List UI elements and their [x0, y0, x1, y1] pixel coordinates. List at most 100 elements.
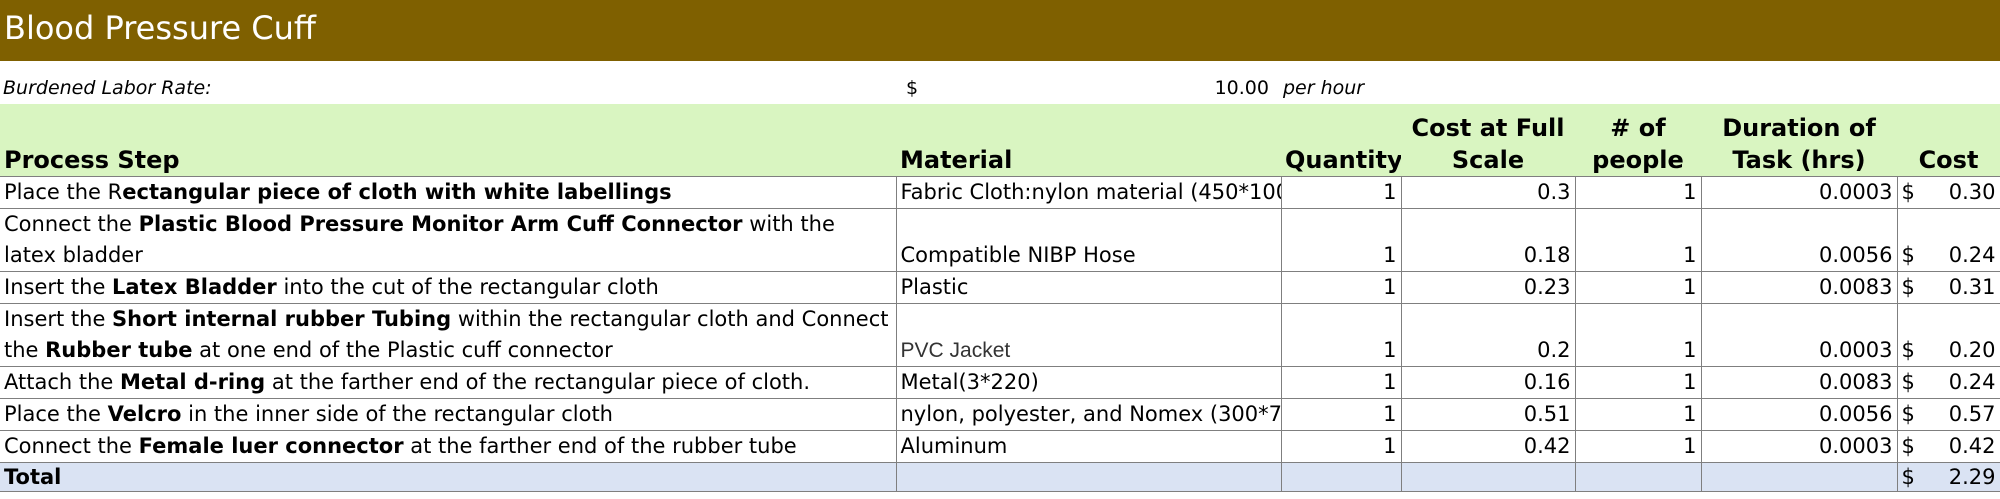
header-row: Process Step Material Quantity Cost at F… [0, 104, 2000, 177]
total-currency: $ [1901, 464, 1915, 489]
cost-value: 0.24 [1948, 242, 1996, 267]
duration-cell[interactable]: 0.0003 [1701, 430, 1898, 463]
table-row: Insert the Latex Bladder into the cut of… [0, 271, 2000, 304]
cost-cell[interactable]: $0.30 [1897, 176, 2000, 209]
total-cost-full-cell[interactable] [1401, 462, 1576, 492]
material-cell[interactable]: nylon, polyester, and Nomex (300*70) [896, 398, 1282, 431]
total-cost-cell[interactable]: $ 2.29 [1897, 462, 2000, 492]
labor-rate-row: Burdened Labor Rate: $ 10.00 per hour [0, 73, 2000, 103]
total-material-cell[interactable] [896, 462, 1282, 492]
title-bar: Blood Pressure Cuff [0, 0, 2000, 61]
material-cell[interactable]: Aluminum [896, 430, 1282, 463]
quantity-cell[interactable]: 1 [1281, 366, 1402, 399]
duration-cell[interactable]: 0.0056 [1701, 208, 1898, 272]
people-cell[interactable]: 1 [1575, 398, 1702, 431]
sheet-title: Blood Pressure Cuff [4, 9, 316, 47]
step-bold-text: Velcro [107, 401, 182, 426]
material-cell[interactable]: Metal(3*220) [896, 366, 1282, 399]
people-cell[interactable]: 1 [1575, 176, 1702, 209]
header-quantity[interactable]: Quantity [1281, 104, 1401, 177]
quantity-cell[interactable]: 1 [1281, 176, 1402, 209]
total-people-cell[interactable] [1575, 462, 1702, 492]
total-duration-cell[interactable] [1701, 462, 1898, 492]
header-cost[interactable]: Cost [1897, 104, 2000, 177]
header-people[interactable]: # of people [1575, 104, 1701, 177]
cost-value: 0.31 [1948, 274, 1996, 299]
step-text: Place the [4, 401, 108, 426]
cost-table: Process Step Material Quantity Cost at F… [0, 104, 2000, 492]
cost-full-scale-cell[interactable]: 0.18 [1401, 208, 1576, 272]
total-label[interactable]: Total [0, 462, 897, 492]
step-text: at the farther end of the rubber tube [403, 433, 797, 458]
people-cell[interactable]: 1 [1575, 366, 1702, 399]
cost-currency: $ [1901, 401, 1915, 426]
cost-full-scale-cell[interactable]: 0.51 [1401, 398, 1576, 431]
quantity-cell[interactable]: 1 [1281, 303, 1402, 367]
people-cell[interactable]: 1 [1575, 303, 1702, 367]
header-duration[interactable]: Duration of Task (hrs) [1701, 104, 1897, 177]
cost-currency: $ [1901, 433, 1915, 458]
step-text: Connect the [4, 211, 139, 236]
step-bold-text: Plastic Blood Pressure Monitor Arm Cuff … [138, 211, 743, 236]
cost-currency: $ [1901, 274, 1915, 299]
step-bold-text: Female luer connector [138, 433, 404, 458]
quantity-cell[interactable]: 1 [1281, 430, 1402, 463]
labor-rate-currency: $ [906, 77, 919, 99]
cost-cell[interactable]: $0.24 [1897, 208, 2000, 272]
cost-full-scale-cell[interactable]: 0.42 [1401, 430, 1576, 463]
quantity-cell[interactable]: 1 [1281, 208, 1402, 272]
quantity-cell[interactable]: 1 [1281, 271, 1402, 304]
total-row: Total $ 2.29 [0, 462, 2000, 492]
process-step-cell[interactable]: Attach the Metal d-ring at the farther e… [0, 366, 897, 399]
header-material[interactable]: Material [896, 104, 1281, 177]
process-step-cell[interactable]: Place the Velcro in the inner side of th… [0, 398, 897, 431]
duration-cell[interactable]: 0.0003 [1701, 176, 1898, 209]
step-text: Attach the [4, 369, 121, 394]
table-row: Place the Rectangular piece of cloth wit… [0, 176, 2000, 209]
cost-currency: $ [1901, 242, 1915, 267]
people-cell[interactable]: 1 [1575, 271, 1702, 304]
process-step-cell[interactable]: Connect the Plastic Blood Pressure Monit… [0, 208, 897, 272]
step-text: in the inner side of the rectangular clo… [181, 401, 613, 426]
duration-cell[interactable]: 0.0003 [1701, 303, 1898, 367]
duration-cell[interactable]: 0.0083 [1701, 271, 1898, 304]
table-row: Insert the Short internal rubber Tubing … [0, 303, 2000, 367]
cost-value: 0.24 [1948, 369, 1996, 394]
quantity-cell[interactable]: 1 [1281, 398, 1402, 431]
table-row: Connect the Plastic Blood Pressure Monit… [0, 208, 2000, 272]
cost-cell[interactable]: $0.24 [1897, 366, 2000, 399]
step-bold-text: Metal d-ring [120, 369, 266, 394]
material-cell[interactable]: Fabric Cloth:nylon material (450*100) [896, 176, 1282, 209]
cost-value: 0.57 [1948, 401, 1996, 426]
duration-cell[interactable]: 0.0056 [1701, 398, 1898, 431]
material-cell[interactable]: PVC Jacket [896, 303, 1282, 367]
material-cell[interactable]: Compatible NIBP Hose [896, 208, 1282, 272]
people-cell[interactable]: 1 [1575, 208, 1702, 272]
material-cell[interactable]: Plastic [896, 271, 1282, 304]
cost-cell[interactable]: $0.20 [1897, 303, 2000, 367]
cost-value: 0.42 [1948, 433, 1996, 458]
process-step-cell[interactable]: Insert the Latex Bladder into the cut of… [0, 271, 897, 304]
step-text: Insert the [4, 274, 113, 299]
cost-full-scale-cell[interactable]: 0.2 [1401, 303, 1576, 367]
cost-full-scale-cell[interactable]: 0.3 [1401, 176, 1576, 209]
cost-cell[interactable]: $0.31 [1897, 271, 2000, 304]
labor-rate-value[interactable]: 10.00 [1215, 73, 1269, 103]
duration-cell[interactable]: 0.0083 [1701, 366, 1898, 399]
cost-cell[interactable]: $0.42 [1897, 430, 2000, 463]
total-quantity-cell[interactable] [1281, 462, 1402, 492]
process-step-cell[interactable]: Insert the Short internal rubber Tubing … [0, 303, 897, 367]
header-cost-full-scale[interactable]: Cost at Full Scale [1401, 104, 1575, 177]
cost-full-scale-cell[interactable]: 0.23 [1401, 271, 1576, 304]
cost-full-scale-cell[interactable]: 0.16 [1401, 366, 1576, 399]
cost-value: 0.20 [1948, 337, 1996, 362]
people-cell[interactable]: 1 [1575, 430, 1702, 463]
step-bold-text: Latex Bladder [112, 274, 277, 299]
header-process-step[interactable]: Process Step [0, 104, 896, 177]
cost-cell[interactable]: $0.57 [1897, 398, 2000, 431]
process-step-cell[interactable]: Place the Rectangular piece of cloth wit… [0, 176, 897, 209]
table-row: Attach the Metal d-ring at the farther e… [0, 366, 2000, 399]
process-step-cell[interactable]: Connect the Female luer connector at the… [0, 430, 897, 463]
step-text: at one end of the Plastic cuff connector [192, 337, 613, 362]
step-bold-text: ectangular piece of cloth with white lab… [122, 179, 672, 204]
